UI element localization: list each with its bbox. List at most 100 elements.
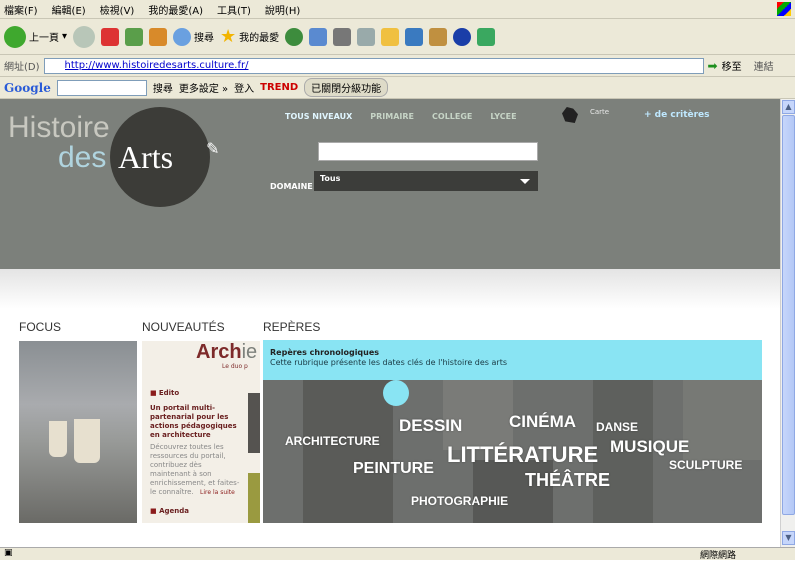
go-button[interactable]: 移至 [722,58,742,73]
cup-right [74,419,100,463]
edito-text: Un portail multi-partenarial pour les ac… [150,404,237,439]
google-search-button[interactable]: 搜尋 [153,80,173,95]
level-nav: TOUS NIVEAUX PRIMAIRE COLLEGE LYCEE [285,112,517,121]
header-band [0,269,780,309]
word-danse[interactable]: DANSE [596,420,638,434]
forward-button[interactable] [73,25,96,48]
side-strip-olive [248,473,260,523]
cup-left [49,421,67,457]
tile-2 [443,380,513,450]
history-icon[interactable] [285,27,304,46]
browser-toolbar: 上一頁 ▾ 搜尋 ★ 我的最愛 [0,19,795,55]
scroll-down-arrow-icon[interactable]: ▼ [782,531,795,545]
word-peinture[interactable]: PEINTURE [353,460,434,478]
edito-heading: Edito [158,389,180,397]
messenger-icon[interactable] [405,27,424,46]
logo-des[interactable]: des [58,141,106,175]
status-bar: ▣ 網際網路 [0,547,795,561]
home-icon[interactable] [149,27,168,46]
word-sculpture[interactable]: SCULPTURE [669,458,742,472]
word-cinema[interactable]: CINÉMA [509,412,576,432]
links-label[interactable]: 連結 [754,58,774,73]
site-header: Histoire des Arts ✎ TOUS NIVEAUX PRIMAIR… [0,99,780,269]
google-search-input[interactable] [56,79,147,96]
favorites-button[interactable]: ★ 我的最愛 [220,26,279,47]
duo-text: Le duo p [222,363,248,370]
refresh-icon[interactable] [125,27,144,46]
address-input[interactable] [43,57,704,74]
menu-view[interactable]: 檢視(V) [100,2,135,17]
menu-edit[interactable]: 編輯(E) [52,2,86,17]
star-icon: ★ [220,26,237,47]
scroll-thumb[interactable] [782,115,795,515]
google-logo: Google [4,80,51,95]
word-architecture[interactable]: ARCHITECTURE [285,434,380,448]
login-button[interactable]: 登入 [234,80,254,95]
trend-micro-button[interactable]: TREND [260,82,298,93]
folder-icon[interactable] [381,27,400,46]
domaine-select[interactable]: Tous [314,171,538,191]
people-icon[interactable] [477,27,496,46]
menu-bar: 檔案(F) 編輯(E) 檢視(V) 我的最愛(A) 工具(T) 說明(H) [0,0,795,19]
web-page: Histoire des Arts ✎ TOUS NIVEAUX PRIMAIR… [0,99,780,547]
mail-icon[interactable] [309,27,328,46]
tools-icon[interactable] [429,27,448,46]
word-musique[interactable]: MUSIQUE [610,437,689,457]
menu-tools[interactable]: 工具(T) [217,2,251,17]
reperes-header: Repères chronologiques Cette rubrique pr… [263,340,762,380]
nouveautes-panel[interactable]: Archie Le duo p ■ Edito Un portail multi… [142,341,260,523]
search-button[interactable]: 搜尋 [173,27,214,46]
reperes-panel[interactable]: Repères chronologiques Cette rubrique pr… [263,340,762,523]
more-criteria-link[interactable]: + de critères [644,110,710,120]
scroll-up-arrow-icon[interactable]: ▲ [782,100,795,114]
menu-file[interactable]: 檔案(F) [4,2,38,17]
page-icon: ▣ [4,548,13,558]
popup-blocker-button[interactable]: 已關閉分級功能 [304,78,389,97]
reperes-subtitle: Cette rubrique présente les dates clés d… [270,358,508,367]
word-dessin[interactable]: DESSIN [399,416,462,436]
nouveautes-heading: NOUVEAUTÉS [142,320,225,334]
windows-logo-icon [777,2,791,16]
print-icon[interactable] [333,27,352,46]
address-bar: 網址(D) ➡ 移至 連結 [0,55,795,77]
back-button[interactable]: 上一頁 ▾ [4,25,67,48]
back-arrow-icon [4,25,26,48]
lire-la-suite-link[interactable]: Lire la suite [200,489,235,496]
france-map-icon[interactable] [562,107,578,123]
internet-zone-label: 網際網路 [700,551,737,561]
arch-title: Archie [196,341,258,363]
search-icon [173,27,192,46]
reperes-title: Repères chronologiques [270,348,380,357]
tile-monalisa [303,380,393,523]
vertical-scrollbar[interactable]: ▲ ▼ [780,99,795,547]
carte-link[interactable]: Carte [590,108,609,116]
focus-image[interactable] [19,341,137,523]
agenda-link[interactable]: ■ Agenda [150,507,189,515]
logo-arts[interactable]: Arts [118,139,173,176]
reperes-heading: REPÈRES [263,320,321,334]
level-tous[interactable]: TOUS NIVEAUX [285,112,352,121]
go-arrow-icon[interactable]: ➡ [708,59,718,73]
level-lycee[interactable]: LYCEE [490,112,516,121]
word-litterature[interactable]: LITTÉRATURE [447,442,598,468]
google-toolbar: Google 搜尋 更多設定 » 登入 TREND 已關閉分級功能 [0,77,795,99]
bluetooth-icon[interactable] [453,27,472,46]
reperes-notch [383,380,409,406]
menu-help[interactable]: 說明(H) [265,2,300,17]
menu-favorites[interactable]: 我的最愛(A) [148,2,203,17]
tile-4 [683,380,762,460]
wrench-icon[interactable]: ✎ [206,139,219,158]
more-settings-button[interactable]: 更多設定 » [179,80,228,95]
logo-histoire[interactable]: Histoire [8,111,110,145]
level-college[interactable]: COLLEGE [432,112,472,121]
side-strip-dark [248,393,260,453]
address-label: 網址(D) [4,62,40,73]
edit-icon[interactable] [357,27,376,46]
word-theatre[interactable]: THÉÂTRE [525,470,610,491]
site-search-input[interactable] [318,142,538,161]
focus-heading: FOCUS [19,320,61,334]
domaine-label: DOMAINE [270,182,313,191]
stop-icon[interactable] [101,27,120,46]
word-photographie[interactable]: PHOTOGRAPHIE [411,494,508,508]
level-primaire[interactable]: PRIMAIRE [370,112,414,121]
